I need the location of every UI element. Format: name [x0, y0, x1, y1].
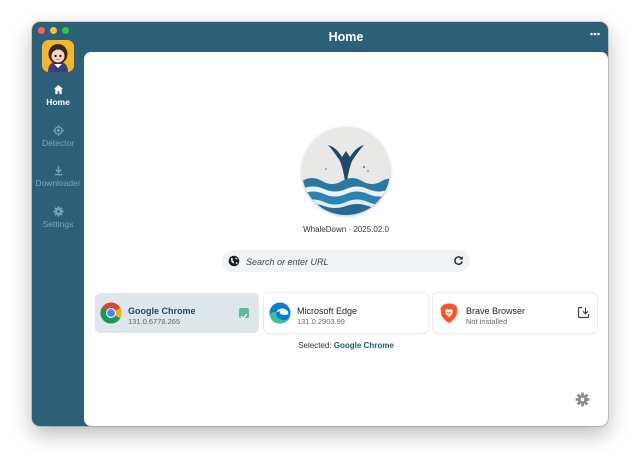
browser-version: Not installed [466, 317, 508, 326]
sidebar-item-label: Home [46, 97, 70, 107]
selected-check-icon [239, 308, 249, 320]
edge-icon [269, 302, 291, 324]
selected-label: Selected: [298, 341, 332, 350]
more-options-icon[interactable] [590, 32, 600, 36]
home-icon [53, 84, 63, 95]
globe-icon [228, 255, 240, 267]
browser-name: Brave Browser [466, 306, 526, 316]
browser-version: 131.0.6778.265 [128, 317, 181, 326]
download-icon [54, 165, 62, 176]
settings-gear-icon[interactable] [575, 392, 590, 407]
browser-card-brave[interactable]: Brave Browser Not installed [433, 293, 597, 333]
gear-icon [52, 206, 64, 217]
app-logo [42, 40, 74, 72]
version-number: 2025.02.0 [353, 225, 389, 234]
selected-value: Google Chrome [333, 341, 394, 350]
selected-browser: Selected: Google Chrome [84, 341, 608, 350]
sidebar-item-detector[interactable]: Detector [32, 125, 84, 148]
app-version: WhaleDown · 2025.02.0 [84, 225, 608, 234]
version-separator: · [348, 225, 352, 234]
brave-icon [440, 303, 458, 323]
sidebar-item-home[interactable]: Home [32, 84, 84, 107]
sidebar-item-settings[interactable]: Settings [32, 206, 84, 229]
refresh-icon[interactable] [453, 255, 464, 266]
minimize-window-button[interactable] [50, 27, 57, 34]
sidebar-item-label: Downloader [35, 178, 81, 188]
browser-name: Microsoft Edge [297, 306, 358, 316]
close-window-button[interactable] [38, 27, 45, 34]
whale-tail-logo [302, 127, 390, 215]
window-title: Home [328, 30, 364, 44]
sidebar-item-label: Detector [41, 138, 75, 148]
chrome-icon [100, 302, 122, 324]
app-name: WhaleDown [303, 225, 347, 234]
detector-icon [52, 125, 64, 136]
main-content: WhaleDown · 2025.02.0 Search or enter UR… [84, 52, 608, 426]
sidebar-item-label: Settings [42, 219, 74, 229]
browser-name: Google Chrome [128, 306, 196, 316]
app-window: Home Detector Downloader Settings Home W… [32, 22, 608, 426]
window-controls [38, 27, 69, 34]
install-icon[interactable] [577, 306, 590, 319]
sidebar-item-downloader[interactable]: Downloader [32, 165, 84, 188]
search-bar [222, 250, 470, 272]
browser-card-chrome[interactable]: Google Chrome 131.0.6778.265 [95, 293, 259, 333]
zoom-window-button[interactable] [62, 27, 69, 34]
search-input[interactable] [244, 253, 448, 271]
browser-version: 131.0.2903.99 [297, 317, 345, 326]
browser-card-edge[interactable]: Microsoft Edge 131.0.2903.99 [264, 293, 428, 333]
